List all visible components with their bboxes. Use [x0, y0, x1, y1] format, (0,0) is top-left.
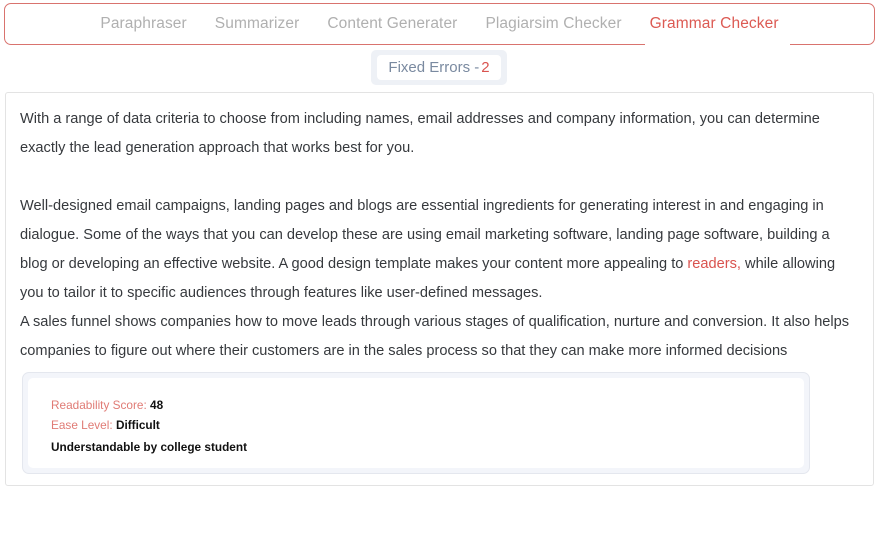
document-text[interactable]: With a range of data criteria to choose …: [6, 93, 873, 366]
tab-summarizer[interactable]: Summarizer: [201, 4, 314, 44]
ease-level-row: Ease Level: Difficult: [51, 415, 804, 435]
tab-plagiarsim-checker[interactable]: Plagiarsim Checker: [471, 4, 635, 44]
ease-level-label: Ease Level:: [51, 418, 113, 432]
readability-card: Readability Score: 48 Ease Level: Diffic…: [22, 372, 810, 474]
grammar-error-highlight[interactable]: readers,: [687, 256, 741, 272]
readability-note: Understandable by college student: [51, 440, 247, 454]
paragraph-3: A sales funnel shows companies how to mo…: [20, 314, 850, 359]
readability-score-value: 48: [150, 398, 164, 412]
tabbar-container: Paraphraser Summarizer Content Generater…: [4, 3, 875, 46]
tool-tabs: Paraphraser Summarizer Content Generater…: [4, 3, 875, 45]
tab-paraphraser[interactable]: Paraphraser: [86, 4, 200, 44]
ease-level-value: Difficult: [115, 418, 160, 432]
editor-panel[interactable]: With a range of data criteria to choose …: [5, 92, 874, 486]
paragraph-2: Well-designed email campaigns, landing p…: [20, 192, 859, 308]
readability-score-label: Readability Score:: [51, 398, 147, 412]
fixed-errors-pill: Fixed Errors -2: [377, 55, 501, 80]
readability-score-row: Readability Score: 48: [51, 395, 804, 415]
footer-bar: 140/1000 Start New Session: [0, 486, 879, 536]
readability-card-inner: Readability Score: 48 Ease Level: Diffic…: [28, 378, 804, 468]
tab-grammar-checker[interactable]: Grammar Checker: [636, 4, 793, 44]
paragraph-1: With a range of data criteria to choose …: [20, 111, 820, 156]
fixed-errors-count: 2: [481, 59, 490, 76]
grammar-checker-app: Paraphraser Summarizer Content Generater…: [0, 0, 879, 536]
active-tab-notch: [645, 40, 790, 46]
tab-content-generater[interactable]: Content Generater: [313, 4, 471, 44]
fixed-errors-label: Fixed Errors -: [388, 59, 480, 76]
fixed-errors-badge: Fixed Errors -2: [371, 50, 507, 85]
